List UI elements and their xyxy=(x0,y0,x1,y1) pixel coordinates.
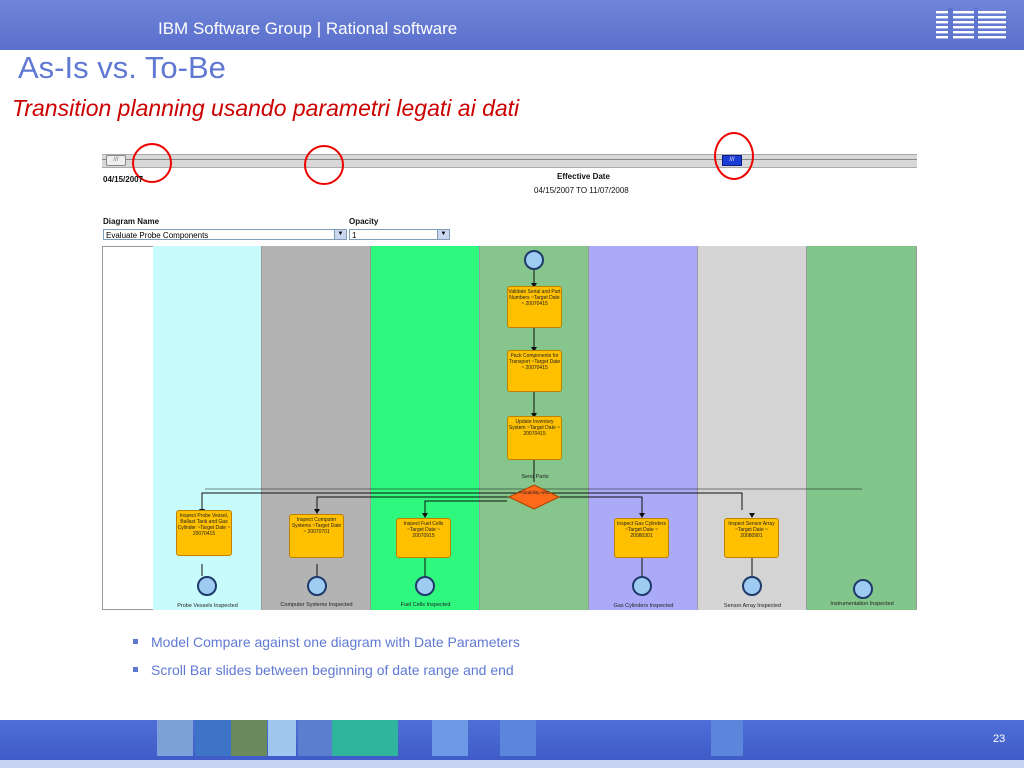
end-event-fuel[interactable] xyxy=(415,576,435,596)
footer-image-tile xyxy=(157,720,193,756)
start-event-node[interactable] xyxy=(524,250,544,270)
lane-label-instrumentation: Instrumentation Inspected xyxy=(830,601,894,607)
end-event-computer[interactable] xyxy=(307,576,327,596)
embedded-application-screenshot: /// /// 04/15/2007 Effective Date 04/15/… xyxy=(102,132,917,612)
task-validate-serial[interactable]: Validate Serial and Part Numbers ~Target… xyxy=(507,286,562,328)
chevron-down-icon[interactable]: ▼ xyxy=(437,230,449,239)
highlight-circle-end xyxy=(714,132,754,180)
end-event-instrumentation[interactable] xyxy=(853,579,873,599)
chevron-down-icon[interactable]: ▼ xyxy=(334,230,346,239)
bullet-text: Model Compare against one diagram with D… xyxy=(151,634,520,650)
task-inspect-computer[interactable]: Inspect Computer Systems ~Target Date ~ … xyxy=(289,514,344,558)
gateway-label: Probability AND xyxy=(518,490,550,495)
footer-image-tile xyxy=(195,720,231,756)
slide-header: IBM Software Group | Rational software xyxy=(0,0,1024,50)
footer-image-tile xyxy=(268,720,296,756)
task-inspect-gas[interactable]: Inspect Gas Cylinders ~Target Date ~ 200… xyxy=(614,518,669,558)
gateway-diamond-icon[interactable] xyxy=(508,484,560,510)
lane-label-computer: Computer Systems Inspected xyxy=(280,602,353,608)
header-title: IBM Software Group | Rational software xyxy=(158,19,458,38)
scroll-bar-track-line xyxy=(102,159,917,160)
highlight-circle-middle xyxy=(304,145,344,185)
task-inspect-sensor[interactable]: Inspect Sensor Array ~Target Date ~ 2008… xyxy=(724,518,779,558)
date-scroll-bar[interactable] xyxy=(102,154,917,168)
lane-label-sensor: Sensor Array Inspected xyxy=(723,603,782,609)
footer-image-tile xyxy=(432,720,468,756)
slide-title: As-Is vs. To-Be xyxy=(18,50,226,85)
task-inspect-probe[interactable]: Inspect Probe Vessel, Ballast Tank and G… xyxy=(176,510,232,556)
diagram-name-select[interactable]: Evaluate Probe Components ▼ xyxy=(103,229,347,240)
footer-image-tile xyxy=(298,720,332,756)
bullet-item: Model Compare against one diagram with D… xyxy=(133,634,520,650)
opacity-value: 1 xyxy=(352,231,357,240)
lane-label-fuel: Fuel Cells Inspected xyxy=(400,602,451,608)
slide-subtitle: Transition planning usando parametri leg… xyxy=(12,95,520,121)
diagram-name-label: Diagram Name xyxy=(103,217,160,226)
start-date: 04/15/2007 xyxy=(103,175,144,184)
footer-image-tile xyxy=(711,720,743,756)
scroll-thumb-start[interactable]: /// xyxy=(106,155,126,166)
footer-image-tile xyxy=(231,720,267,756)
ibm-logo-icon xyxy=(936,8,1006,40)
bullet-square-icon xyxy=(133,639,138,644)
opacity-label: Opacity xyxy=(349,217,379,226)
footer-bottom-band xyxy=(0,760,1024,768)
bullet-item: Scroll Bar slides between beginning of d… xyxy=(133,662,520,678)
effective-date-range: 04/15/2007 TO 11/07/2008 xyxy=(534,186,629,195)
task-update-inventory[interactable]: Update Inventory System ~Target Date ~ 2… xyxy=(507,416,562,460)
opacity-select[interactable]: 1 ▼ xyxy=(349,229,450,240)
end-event-sensor[interactable] xyxy=(742,576,762,596)
end-event-probe[interactable] xyxy=(197,576,217,596)
task-inspect-fuel[interactable]: Inspect Fuel Cells ~Target Date ~ 200709… xyxy=(396,518,451,558)
task-pack-components[interactable]: Pack Components for Transport ~Target Da… xyxy=(507,350,562,392)
lane-label-gas: Gas Cylinders Inspected xyxy=(613,603,674,609)
bullet-list: Model Compare against one diagram with D… xyxy=(133,634,520,690)
end-event-gas[interactable] xyxy=(632,576,652,596)
bullet-text: Scroll Bar slides between beginning of d… xyxy=(151,662,514,678)
footer-image-tile xyxy=(500,720,536,756)
page-number: 23 xyxy=(993,733,1006,745)
bullet-square-icon xyxy=(133,667,138,672)
effective-date-label: Effective Date xyxy=(557,172,610,181)
footer-image-tile xyxy=(332,720,398,756)
lane-label-probe: Probe Vessels Inspected xyxy=(177,603,238,609)
diagram-name-value: Evaluate Probe Components xyxy=(106,231,209,240)
send-parts-label: Send Parts xyxy=(521,474,549,480)
